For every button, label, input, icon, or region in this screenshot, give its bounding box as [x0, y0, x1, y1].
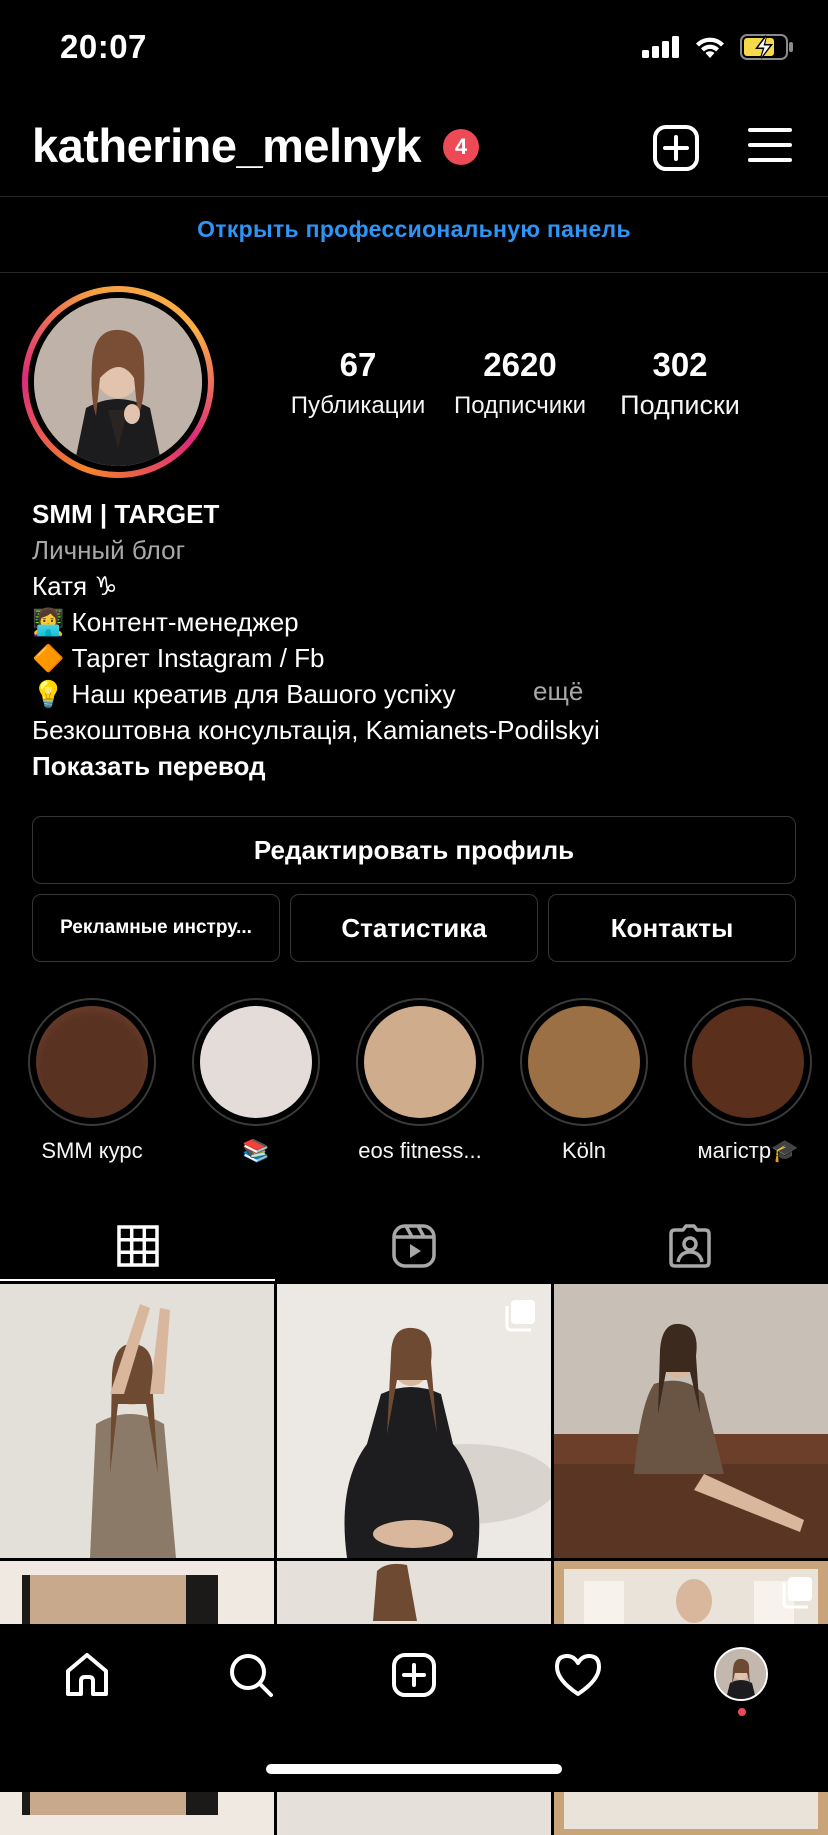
edit-profile-button[interactable]: Редактировать профиль	[32, 816, 796, 884]
stat-following-value: 302	[652, 346, 708, 383]
stat-posts[interactable]: 67 Публикации	[278, 346, 438, 420]
nav-create[interactable]	[379, 1648, 449, 1702]
post-thumbnail[interactable]	[277, 1284, 551, 1558]
highlight-cover	[528, 1006, 640, 1118]
wifi-icon	[696, 37, 724, 58]
heart-icon	[555, 1654, 601, 1696]
stat-posts-value: 67	[339, 346, 377, 383]
grid-icon	[117, 1225, 159, 1267]
stat-following-label: Подписки	[620, 390, 740, 420]
highlight-label: eos fitness...	[358, 1138, 482, 1163]
home-indicator[interactable]	[266, 1764, 562, 1774]
create-icon	[392, 1653, 436, 1697]
status-time: 20:07	[60, 28, 147, 65]
contacts-button[interactable]: Контакты	[548, 894, 796, 962]
stat-followers[interactable]: 2620 Подписчики	[440, 346, 600, 420]
tagged-icon	[669, 1224, 711, 1268]
profile-avatar[interactable]	[34, 298, 202, 466]
bio-name: SMM | TARGET	[32, 499, 220, 529]
highlight-cover	[364, 1006, 476, 1118]
home-icon	[66, 1653, 108, 1696]
avatar-photo-illustration	[716, 1649, 766, 1699]
bio-line: 👩‍💻 Контент-менеджер	[32, 607, 299, 637]
avatar-photo-illustration	[34, 298, 202, 466]
bio-line: 🔶 Таргет Instagram / Fb	[32, 643, 325, 673]
professional-dashboard-link[interactable]: Открыть профессиональную панель	[0, 216, 828, 243]
highlight-label: магістр🎓	[697, 1138, 799, 1163]
nav-search[interactable]	[216, 1648, 286, 1702]
highlight-label: 📚	[242, 1138, 270, 1163]
ad-tools-button[interactable]: Рекламные инстру...	[32, 894, 280, 962]
cellular-signal-icon	[642, 36, 679, 58]
show-translation-link[interactable]: Показать перевод	[32, 748, 266, 784]
highlight-ring	[28, 998, 156, 1126]
highlight-cover	[36, 1006, 148, 1118]
header-divider	[0, 196, 828, 197]
profile-username[interactable]: katherine_melnyk	[32, 118, 422, 173]
insights-button[interactable]: Статистика	[290, 894, 538, 962]
tab-reels[interactable]	[276, 1210, 552, 1282]
profile-notification-dot	[738, 1708, 746, 1716]
bio-category: Личный блог	[32, 535, 186, 565]
multi-photo-icon	[505, 1300, 535, 1332]
bio-line: 💡 Наш креатив для Вашого успіху	[32, 679, 456, 709]
reels-icon	[392, 1224, 436, 1268]
highlight-cover	[200, 1006, 312, 1118]
story-highlight[interactable]: eos fitness...	[350, 998, 490, 1164]
stat-following[interactable]: 302 Подписки	[600, 346, 760, 421]
new-post-button[interactable]	[652, 124, 700, 172]
battery-charging-icon	[740, 34, 793, 60]
story-highlight[interactable]: Köln	[514, 998, 654, 1164]
search-icon	[230, 1654, 273, 1697]
notification-badge[interactable]: 4	[443, 129, 479, 165]
bio-more-link[interactable]: ещё	[533, 676, 583, 707]
plus-square-icon	[653, 125, 699, 171]
highlight-cover	[692, 1006, 804, 1118]
hamburger-menu-icon	[748, 128, 792, 162]
story-highlight[interactable]: SMM курс	[22, 998, 162, 1164]
story-highlight[interactable]: магістр🎓	[678, 998, 818, 1164]
menu-button[interactable]	[748, 126, 796, 170]
post-image	[554, 1284, 828, 1558]
highlight-ring	[356, 998, 484, 1126]
post-thumbnail[interactable]	[0, 1284, 274, 1558]
stat-posts-label: Публикации	[290, 392, 426, 419]
tab-tagged[interactable]	[552, 1210, 828, 1282]
stat-followers-label: Подписчики	[453, 392, 587, 419]
multi-photo-icon	[782, 1577, 812, 1609]
highlight-label: Köln	[561, 1138, 607, 1163]
status-icons	[642, 34, 794, 60]
highlight-ring	[192, 998, 320, 1126]
post-thumbnail[interactable]	[554, 1284, 828, 1558]
story-highlight[interactable]: 📚	[186, 998, 326, 1164]
bio-line: Катя ♑	[32, 571, 118, 601]
panel-divider	[0, 272, 828, 273]
highlight-ring	[520, 998, 648, 1126]
nav-home[interactable]	[52, 1648, 122, 1702]
highlight-label: SMM курс	[41, 1138, 143, 1163]
tab-posts-grid[interactable]	[0, 1210, 276, 1282]
bio-line: Безкоштовна консультація, Kamianets-Podi…	[32, 715, 600, 745]
nav-activity[interactable]	[543, 1648, 613, 1702]
post-image	[0, 1284, 274, 1558]
highlight-ring	[684, 998, 812, 1126]
active-tab-indicator	[0, 1279, 275, 1281]
nav-profile-avatar[interactable]	[714, 1647, 768, 1701]
stat-followers-value: 2620	[483, 346, 557, 383]
